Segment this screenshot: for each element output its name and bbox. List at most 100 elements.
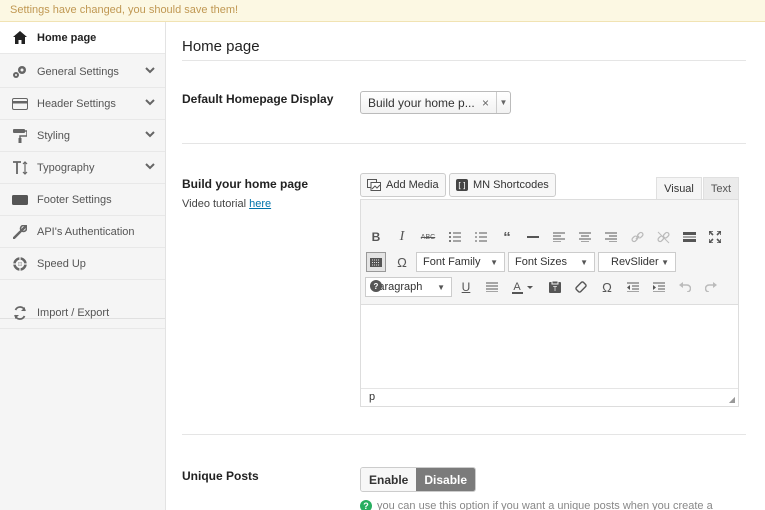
settings-sidebar: Home page General Settings Header Settin…: [0, 22, 166, 510]
bullet-list-icon[interactable]: [445, 227, 465, 247]
page-title: Home page: [182, 38, 260, 55]
refresh-icon: [11, 305, 29, 321]
keyboard-icon: [11, 192, 29, 208]
font-family-label: Font Family: [423, 256, 481, 268]
underline-icon[interactable]: U: [456, 277, 476, 297]
sidebar-item-label: API's Authentication: [37, 225, 135, 238]
sidebar-item-label: General Settings: [37, 65, 119, 78]
sidebar-item-api-authentication[interactable]: API's Authentication: [0, 216, 165, 248]
strikethrough-icon[interactable]: ABC: [418, 227, 438, 247]
sidebar-item-label: Home page: [37, 31, 97, 44]
help-icon: ?: [360, 500, 372, 510]
homepage-display-select[interactable]: Build your home p... × ▼: [360, 91, 511, 114]
dropdown-arrow-icon[interactable]: ▼: [496, 92, 510, 113]
tab-visual[interactable]: Visual: [656, 177, 702, 200]
unlink-icon[interactable]: [653, 227, 673, 247]
divider: [182, 60, 746, 61]
bold-icon[interactable]: B: [366, 227, 386, 247]
blockquote-icon[interactable]: “: [497, 227, 517, 247]
font-family-select[interactable]: Font Family ▼: [416, 252, 505, 272]
justify-icon[interactable]: [482, 277, 502, 297]
italic-icon[interactable]: I: [392, 227, 412, 247]
chevron-down-icon[interactable]: [145, 98, 155, 109]
mn-shortcodes-button[interactable]: [] MN Shortcodes: [449, 173, 556, 197]
chevron-down-icon[interactable]: [145, 130, 155, 141]
home-icon: [11, 30, 29, 46]
editor-toolbar: B I ABC “ Ω Font Family ▼ Font Sizes ▼ R…: [361, 200, 738, 305]
sidebar-item-label: Import / Export: [37, 306, 110, 319]
add-media-button[interactable]: Add Media: [360, 173, 446, 197]
text-color-icon[interactable]: A: [508, 277, 538, 297]
svg-text:T: T: [553, 286, 558, 293]
build-home-page-label: Build your home page: [182, 177, 309, 191]
main-panel: Home page Default Homepage Display Build…: [166, 22, 765, 510]
sidebar-item-general-settings[interactable]: General Settings: [0, 56, 165, 88]
clear-selection-icon[interactable]: ×: [482, 96, 496, 110]
mn-shortcodes-label: MN Shortcodes: [473, 179, 549, 191]
sidebar-item-home-page[interactable]: Home page: [0, 22, 165, 54]
paste-as-text-icon[interactable]: T: [545, 277, 565, 297]
sidebar-item-label: Styling: [37, 129, 71, 142]
sidebar-item-label: Footer Settings: [37, 193, 112, 206]
svg-text:?: ?: [374, 282, 379, 291]
redo-icon[interactable]: [701, 277, 721, 297]
svg-text:A: A: [513, 281, 521, 293]
sidebar-item-label: Typography: [37, 161, 95, 174]
svg-text:[]: []: [457, 181, 467, 190]
horizontal-line-icon[interactable]: [523, 227, 543, 247]
font-sizes-select[interactable]: Font Sizes ▼: [508, 252, 595, 272]
unique-posts-help: ? you can use this option if you want a …: [360, 500, 713, 510]
sidebar-item-label: Header Settings: [37, 97, 116, 110]
align-left-icon[interactable]: [549, 227, 569, 247]
divider: [182, 143, 746, 144]
revslider-select[interactable]: RevSlider ▼: [598, 252, 676, 272]
sidebar-item-label: Speed Up: [37, 257, 86, 270]
unique-posts-label: Unique Posts: [182, 469, 259, 483]
video-tutorial-prefix: Video tutorial: [182, 198, 250, 210]
divider: [182, 434, 746, 435]
credit-card-icon: [11, 96, 29, 112]
add-media-label: Add Media: [386, 179, 439, 191]
video-tutorial-text: Video tutorial here: [182, 198, 271, 210]
special-character-icon[interactable]: Ω: [597, 277, 617, 297]
sidebar-item-speed-up[interactable]: Speed Up: [0, 248, 165, 280]
disable-button[interactable]: Disable: [416, 468, 476, 491]
sidebar-item-styling[interactable]: Styling: [0, 120, 165, 152]
editor-content-area[interactable]: [361, 306, 738, 388]
gears-icon: [11, 64, 29, 80]
text-height-icon: [11, 160, 29, 176]
homepage-display-label: Default Homepage Display: [182, 92, 334, 106]
revslider-label: RevSlider: [611, 256, 659, 268]
clear-formatting-icon[interactable]: [571, 277, 591, 297]
media-icon: [367, 179, 381, 191]
chevron-down-icon[interactable]: [145, 162, 155, 173]
numbered-list-icon[interactable]: [471, 227, 491, 247]
undo-icon[interactable]: [675, 277, 695, 297]
fullscreen-icon[interactable]: [705, 227, 725, 247]
link-icon[interactable]: [627, 227, 647, 247]
sidebar-item-typography[interactable]: Typography: [0, 152, 165, 184]
align-right-icon[interactable]: [601, 227, 621, 247]
sidebar-item-import-export[interactable]: Import / Export: [0, 297, 165, 329]
special-character-icon[interactable]: Ω: [392, 252, 412, 272]
align-center-icon[interactable]: [575, 227, 595, 247]
dropdown-arrow-icon: ▼: [490, 257, 498, 267]
sidebar-item-header-settings[interactable]: Header Settings: [0, 88, 165, 120]
wrench-icon: [11, 224, 29, 240]
shortcode-icon: []: [456, 179, 468, 191]
settings-changed-notice: Settings have changed, you should save t…: [0, 0, 765, 22]
video-tutorial-link[interactable]: here: [249, 198, 271, 210]
tab-text[interactable]: Text: [703, 177, 739, 200]
help-icon[interactable]: ?: [366, 278, 386, 294]
font-sizes-label: Font Sizes: [515, 256, 567, 268]
resize-handle-icon[interactable]: ◢: [729, 395, 735, 404]
indent-icon[interactable]: [649, 277, 669, 297]
chevron-down-icon[interactable]: [145, 66, 155, 77]
sidebar-item-footer-settings[interactable]: Footer Settings: [0, 184, 165, 216]
toolbar-toggle-icon[interactable]: [366, 252, 386, 272]
read-more-icon[interactable]: [679, 227, 699, 247]
rich-text-editor: B I ABC “ Ω Font Family ▼ Font Sizes ▼ R…: [360, 199, 739, 407]
enable-button[interactable]: Enable: [361, 468, 417, 491]
element-path[interactable]: p: [369, 391, 375, 403]
outdent-icon[interactable]: [623, 277, 643, 297]
